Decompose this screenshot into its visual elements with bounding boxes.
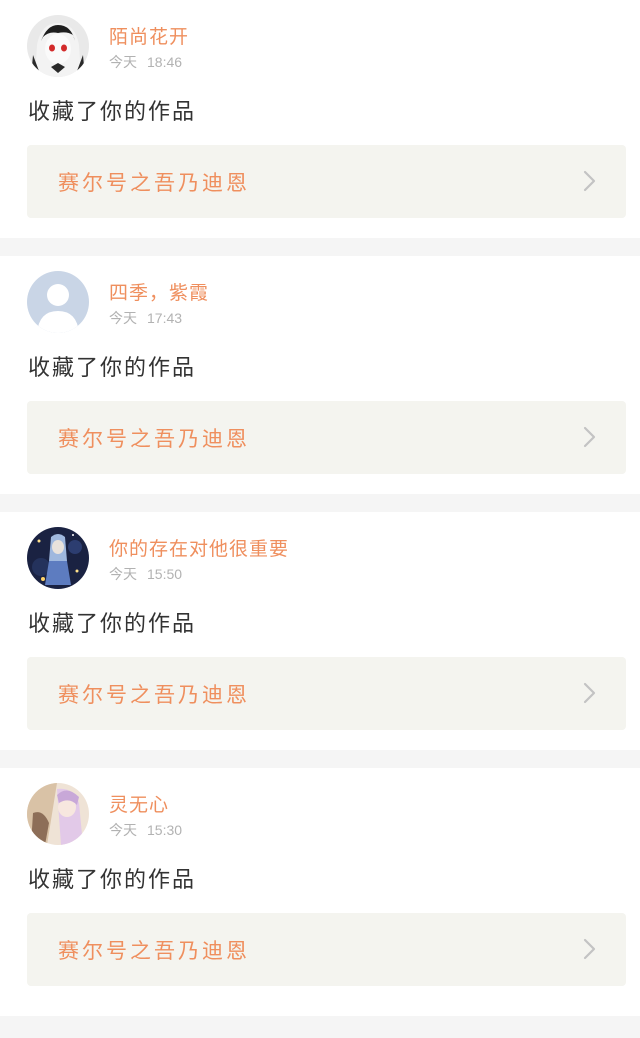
chevron-right-icon: [583, 170, 596, 192]
username[interactable]: 陌尚花开: [109, 22, 189, 49]
work-title: 赛尔号之吾乃迪恩: [58, 939, 250, 963]
timestamp: 今天 17:43: [109, 308, 182, 328]
timestamp-day: 今天: [109, 566, 137, 582]
action-text: 收藏了你的作品: [28, 868, 197, 893]
work-link[interactable]: 赛尔号之吾乃迪恩: [27, 401, 626, 474]
work-link[interactable]: 赛尔号之吾乃迪恩: [27, 145, 626, 218]
notification-card: 你的存在对他很重要 今天 15:50 收藏了你的作品 赛尔号之吾乃迪恩: [0, 512, 640, 750]
timestamp-time: 18:46: [147, 54, 183, 70]
notification-feed: 陌尚花开 今天 18:46 收藏了你的作品 赛尔号之吾乃迪恩 四季，紫霞 今天 17…: [0, 0, 640, 1016]
timestamp: 今天 18:46: [109, 52, 182, 72]
timestamp-time: 15:30: [147, 822, 183, 838]
work-title: 赛尔号之吾乃迪恩: [58, 427, 250, 451]
notification-card: 灵无心 今天 15:30 收藏了你的作品 赛尔号之吾乃迪恩: [0, 768, 640, 1016]
action-text: 收藏了你的作品: [28, 100, 197, 125]
work-title: 赛尔号之吾乃迪恩: [58, 683, 250, 707]
work-link[interactable]: 赛尔号之吾乃迪恩: [27, 657, 626, 730]
action-text: 收藏了你的作品: [28, 612, 197, 637]
notification-card: 陌尚花开 今天 18:46 收藏了你的作品 赛尔号之吾乃迪恩: [0, 0, 640, 238]
starry-anime-avatar-icon[interactable]: [27, 527, 89, 589]
notification-card: 四季，紫霞 今天 17:43 收藏了你的作品 赛尔号之吾乃迪恩: [0, 256, 640, 494]
default-user-avatar-icon[interactable]: [27, 271, 89, 333]
timestamp-day: 今天: [109, 822, 137, 838]
work-link[interactable]: 赛尔号之吾乃迪恩: [27, 913, 626, 986]
timestamp-time: 15:50: [147, 566, 183, 582]
username[interactable]: 灵无心: [109, 790, 169, 817]
timestamp: 今天 15:30: [109, 820, 182, 840]
username[interactable]: 四季，紫霞: [109, 278, 209, 305]
action-text: 收藏了你的作品: [28, 356, 197, 381]
chevron-right-icon: [583, 426, 596, 448]
timestamp-day: 今天: [109, 54, 137, 70]
username[interactable]: 你的存在对他很重要: [109, 534, 289, 561]
timestamp: 今天 15:50: [109, 564, 182, 584]
timestamp-time: 17:43: [147, 310, 183, 326]
anime-girl-avatar-icon[interactable]: [27, 15, 89, 77]
work-title: 赛尔号之吾乃迪恩: [58, 171, 250, 195]
pastel-anime-avatar-icon[interactable]: [27, 783, 89, 845]
chevron-right-icon: [583, 938, 596, 960]
chevron-right-icon: [583, 682, 596, 704]
timestamp-day: 今天: [109, 310, 137, 326]
